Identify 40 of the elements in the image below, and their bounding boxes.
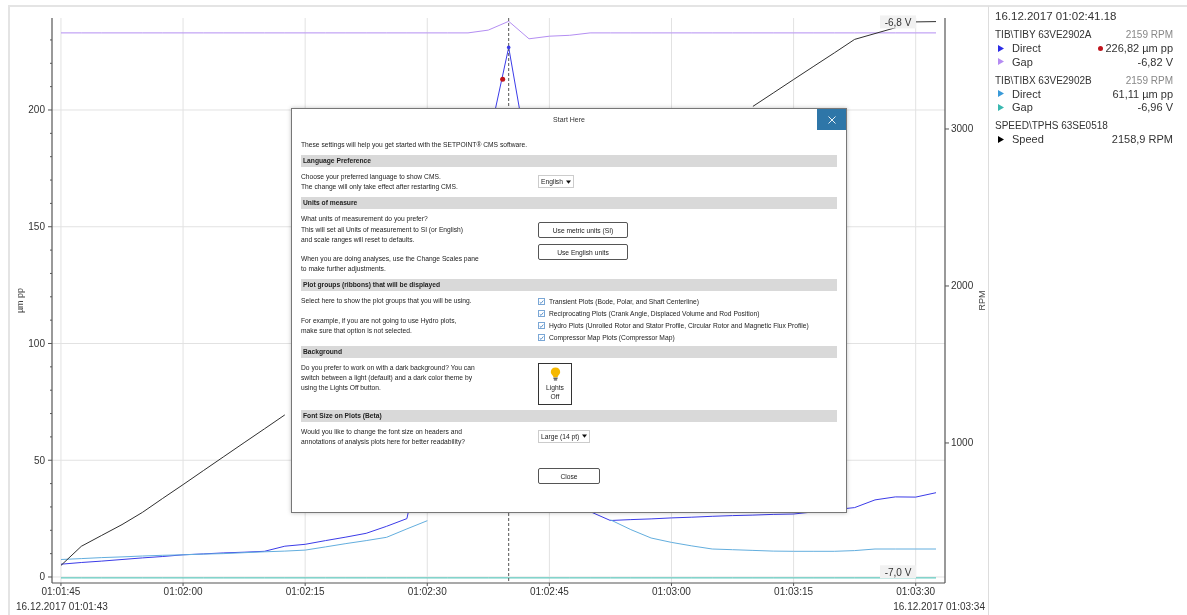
axis-title: µm pp (15, 287, 25, 314)
speed-reading: 2159 RPM (1125, 74, 1173, 86)
channel-value: 2158,9 RPM (1111, 133, 1173, 146)
channel-name: Gap (1012, 55, 1034, 68)
tick-label: 01:03:00 (652, 586, 691, 597)
speed-reading: 2159 RPM (1125, 29, 1173, 41)
annotation: -6,8 V (884, 16, 912, 28)
channel-value: -6,96 V (1137, 101, 1173, 114)
value-label: -6,8 V (880, 15, 916, 29)
tick-label: 01:03:30 (896, 586, 936, 597)
tick-label: 3000 (951, 123, 974, 135)
value-label: -7,0 V (880, 565, 916, 579)
tick-label: 01:02:45 (529, 586, 569, 597)
tick-label: 01:02:00 (163, 586, 203, 597)
tick-label: 150 (28, 221, 45, 233)
axis-title: RPM (977, 290, 987, 311)
channel-group-name: SPEED\TPHS 63SE0518 (995, 120, 1108, 132)
channel-name: Direct (1012, 42, 1042, 55)
channel-group-name: TIB\TIBY 63VE2902A (995, 29, 1092, 41)
channel-group-name: TIB\TIBX 63VE2902B (995, 74, 1092, 86)
channel-name: Gap (1012, 101, 1034, 114)
channel-name: Direct (1012, 87, 1042, 100)
readout-timestamp: 16.12.2017 01:02:41.18 (995, 10, 1117, 22)
tick-label: 01:02:15 (285, 586, 325, 597)
channel-value: 226,82 µm pp (1105, 42, 1173, 55)
channel-value: -6,82 V (1137, 55, 1173, 68)
channel-name: Speed (1012, 133, 1045, 146)
timestamp-label: 16.12.2017 01:01:43 (16, 601, 108, 612)
channel-value: 61,11 µm pp (1112, 87, 1173, 100)
timestamp-label: 16.12.2017 01:03:34 (893, 601, 985, 612)
tick-label: 0 (39, 571, 45, 583)
tick-label: 01:02:30 (407, 586, 447, 597)
annotation: -7,0 V (884, 566, 912, 578)
tick-label: 200 (28, 104, 45, 116)
tick-label: 100 (28, 338, 45, 349)
tick-label: 50 (33, 454, 45, 466)
tick-label: 01:01:45 (41, 586, 81, 597)
tick-label: 1000 (951, 437, 974, 449)
tick-label: 01:03:15 (774, 586, 814, 597)
tick-label: 2000 (951, 280, 974, 292)
